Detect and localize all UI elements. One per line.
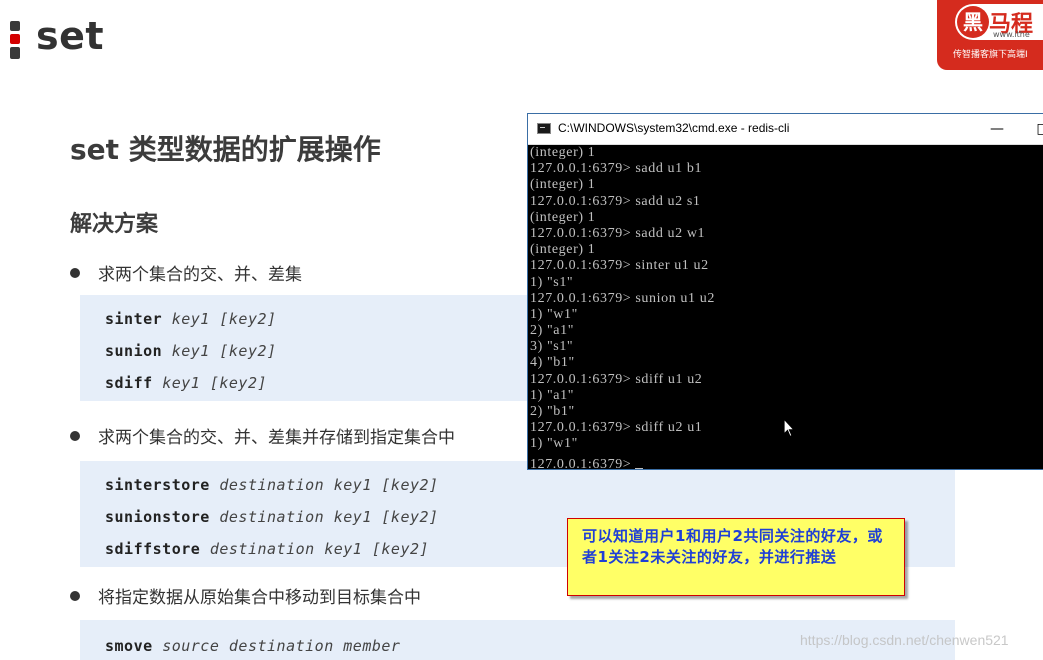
terminal-line: (integer) 1 — [530, 242, 596, 258]
logo-mark: 黑 — [957, 6, 989, 38]
cmd-window[interactable]: C:\WINDOWS\system32\cmd.exe - redis-cli … — [527, 113, 1043, 470]
terminal-line: 127.0.0.1:6379> sadd u2 w1 — [530, 225, 706, 241]
terminal-line: 1) "w1" — [530, 306, 578, 322]
code-line: sinter key1 [key2] — [105, 310, 277, 328]
terminal-line: 127.0.0.1:6379> sadd u2 s1 — [530, 193, 701, 209]
bullet-text: 求两个集合的交、并、差集并存储到指定集合中 — [98, 428, 455, 448]
bullet-dot-icon — [70, 268, 80, 278]
minimize-button[interactable]: — — [974, 114, 1020, 144]
code-line: smove source destination member — [105, 637, 401, 655]
cmd-window-title: C:\WINDOWS\system32\cmd.exe - redis-cli — [558, 121, 790, 135]
terminal-line: 3) "s1" — [530, 339, 574, 355]
code-line: sunionstore destination key1 [key2] — [105, 508, 439, 526]
code-line: sinterstore destination key1 [key2] — [105, 476, 439, 494]
terminal-line: 2) "a1" — [530, 323, 575, 339]
callout-text: 可以知道用户1和用户2共同关注的好友，或者1关注2未关注的好友，并进行推送 — [582, 527, 883, 566]
terminal-line: 4) "b1" — [530, 355, 575, 371]
bullet-item: 求两个集合的交、并、差集并存储到指定集合中 — [70, 423, 455, 448]
bullet-item: 求两个集合的交、并、差集 — [70, 260, 302, 285]
terminal-line: (integer) 1 — [530, 145, 596, 160]
terminal-line: 127.0.0.1:6379> sunion u1 u2 — [530, 290, 715, 306]
terminal-line: 1) "s1" — [530, 274, 574, 290]
code-line: sdiff key1 [key2] — [105, 374, 268, 392]
terminal-line: (integer) 1 — [530, 177, 596, 193]
section-title: set 类型数据的扩展操作 — [70, 133, 381, 166]
terminal-line: 127.0.0.1:6379> — [530, 456, 632, 469]
slide-title: set — [36, 14, 105, 58]
bullet-item: 将指定数据从原始集合中移动到目标集合中 — [70, 583, 421, 608]
brand-logo: 黑 马程 www.ithe 传智播客旗下高端I — [937, 0, 1043, 70]
slide-title-marker — [10, 21, 20, 59]
bullet-dot-icon — [70, 431, 80, 441]
maximize-button[interactable]: □ — [1020, 114, 1043, 144]
watermark: https://blog.csdn.net/chenwen521 — [800, 632, 1009, 648]
code-line: sunion key1 [key2] — [105, 342, 277, 360]
terminal-line: 127.0.0.1:6379> sadd u1 b1 — [530, 161, 703, 177]
terminal-line: (integer) 1 — [530, 209, 596, 225]
terminal-line: 1) "a1" — [530, 387, 575, 403]
bullet-dot-icon — [70, 591, 80, 601]
subsection-title: 解决方案 — [70, 212, 159, 237]
terminal-line: 1) "w1" — [530, 436, 578, 452]
terminal-cursor — [635, 467, 644, 469]
callout-note: 可以知道用户1和用户2共同关注的好友，或者1关注2未关注的好友，并进行推送 — [567, 518, 905, 596]
logo-slogan: 传智播客旗下高端I — [953, 50, 1028, 60]
terminal-line: 127.0.0.1:6379> sinter u1 u2 — [530, 258, 709, 274]
bullet-text: 求两个集合的交、并、差集 — [98, 265, 302, 285]
bullet-text: 将指定数据从原始集合中移动到目标集合中 — [98, 588, 421, 608]
logo-url: www.ithe — [993, 30, 1030, 39]
cmd-app-icon[interactable] — [537, 123, 551, 134]
code-line: sdiffstore destination key1 [key2] — [105, 540, 430, 558]
terminal-line: 127.0.0.1:6379> sdiff u1 u2 — [530, 371, 703, 387]
mouse-cursor-icon — [783, 418, 795, 438]
cmd-titlebar[interactable]: C:\WINDOWS\system32\cmd.exe - redis-cli … — [528, 114, 1043, 145]
